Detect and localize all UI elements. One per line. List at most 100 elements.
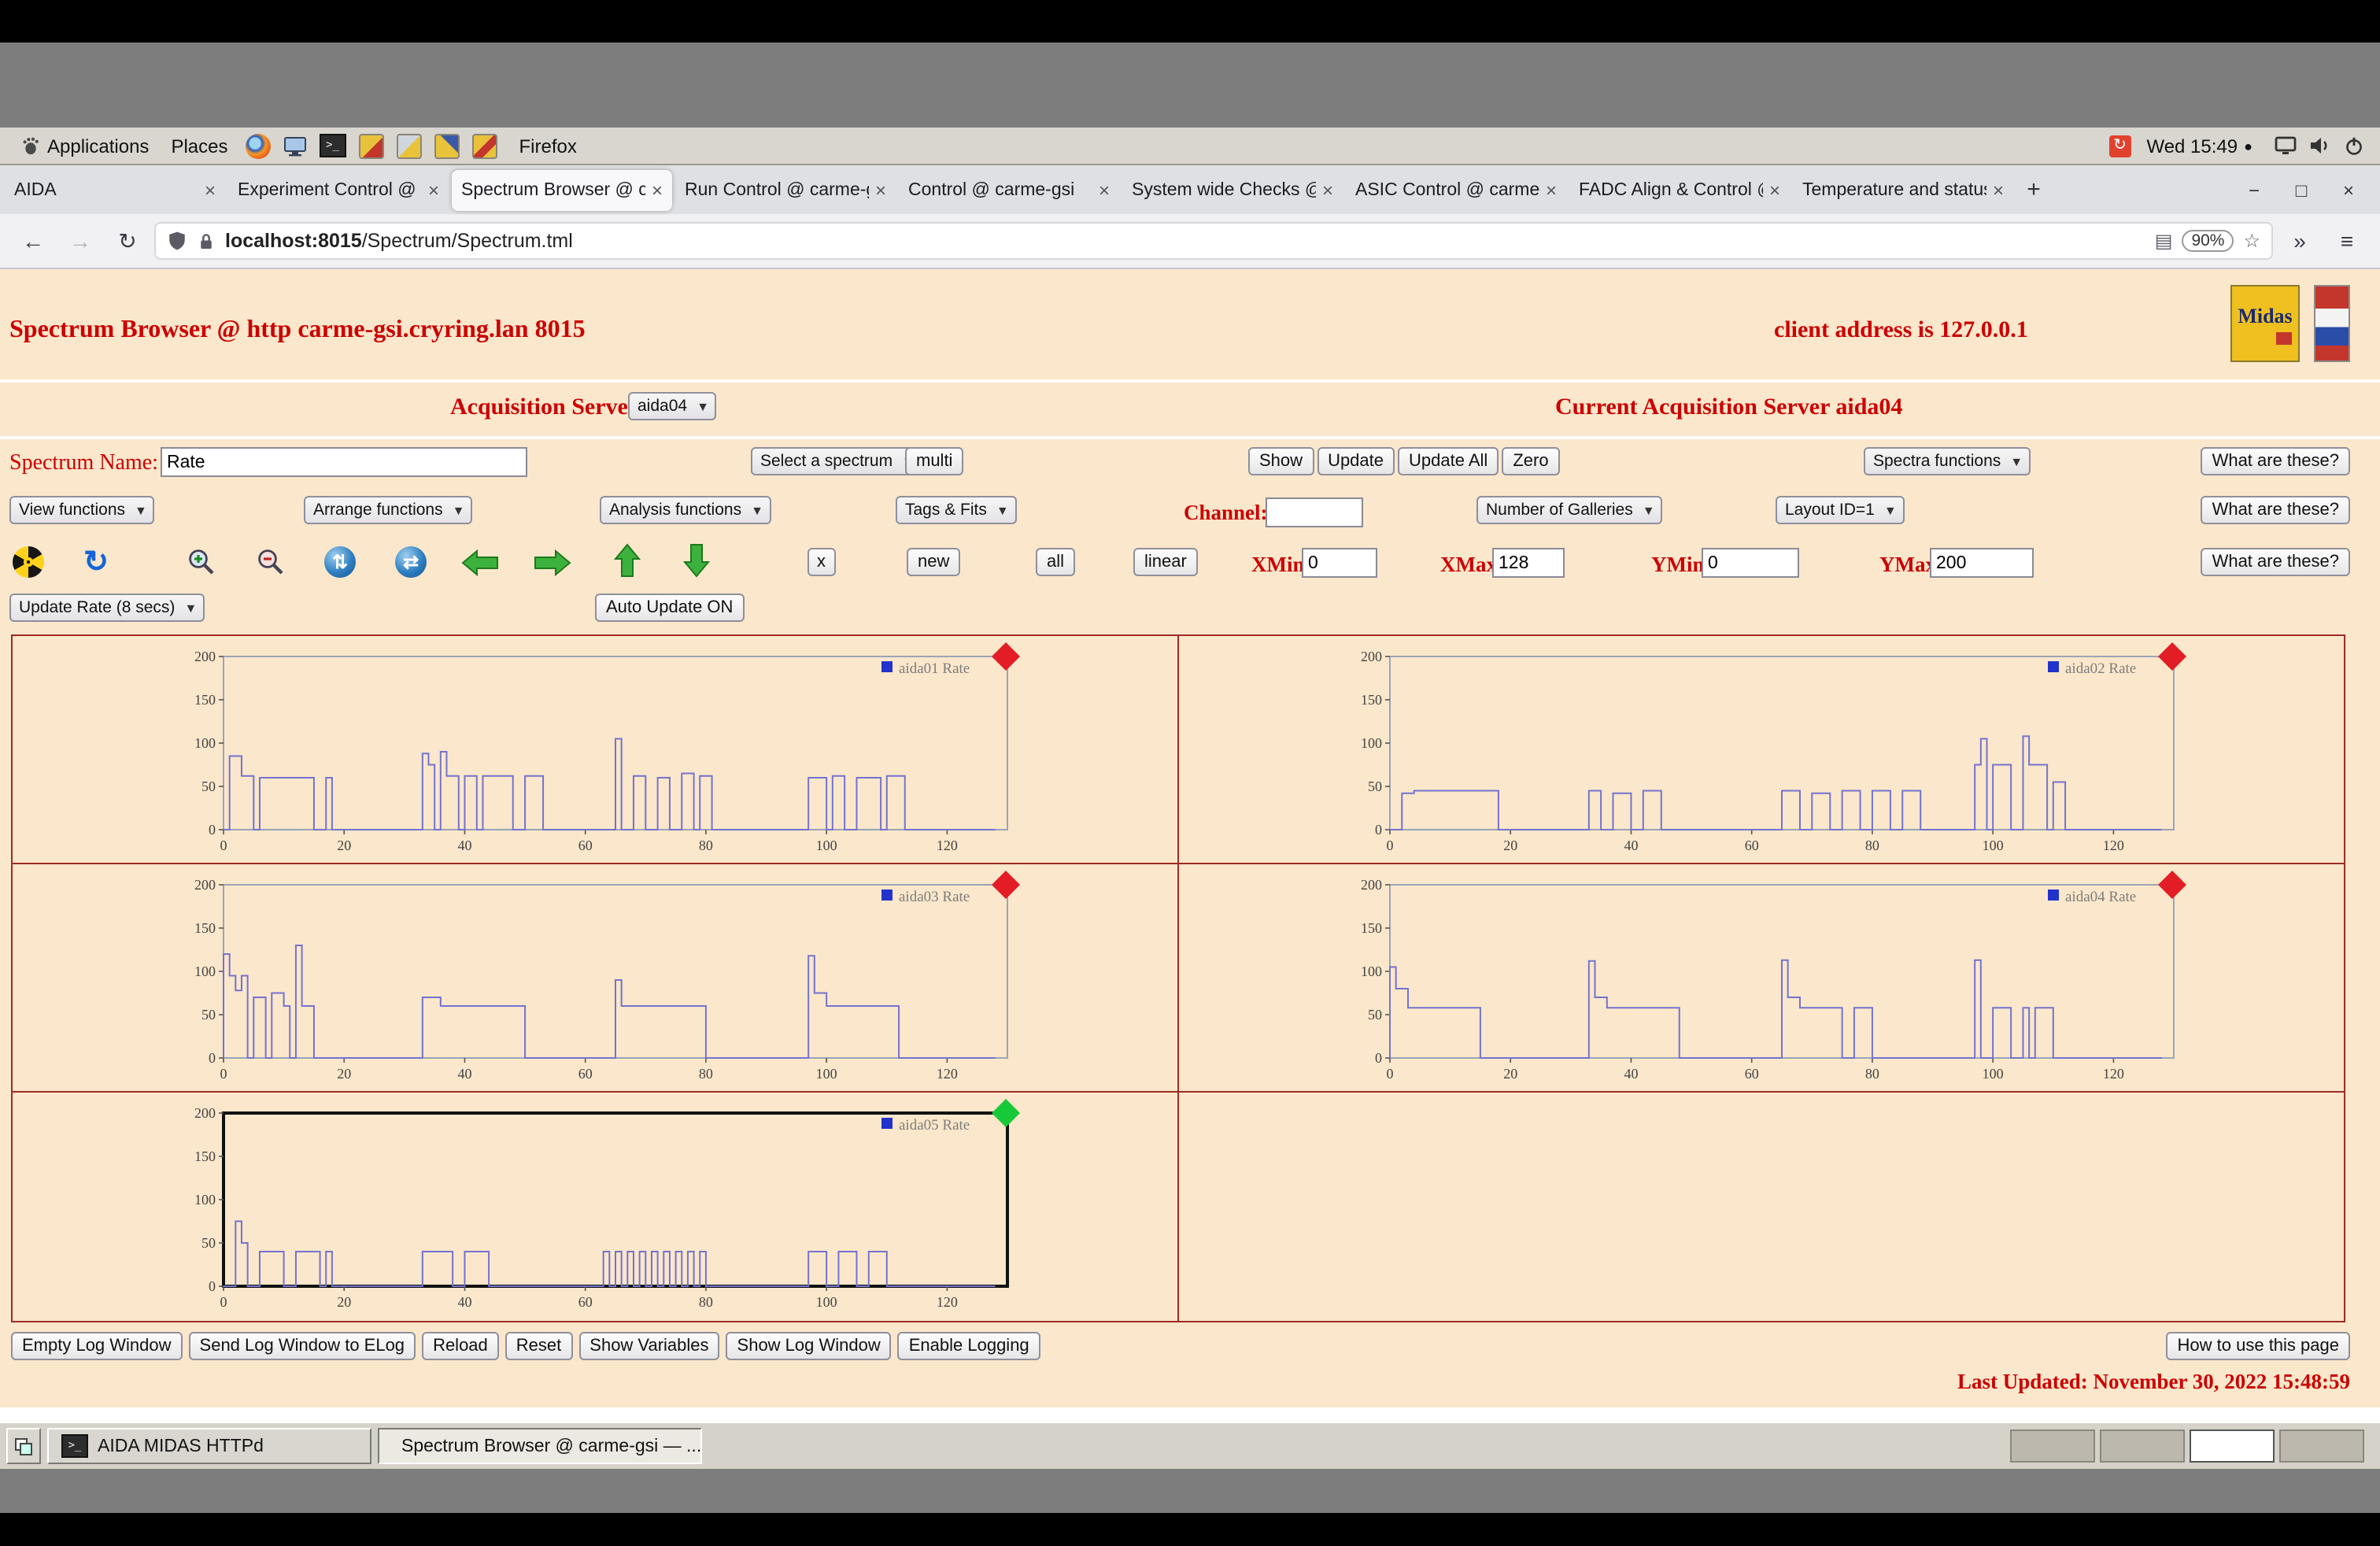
update-notification-icon[interactable]: ↻ <box>2108 135 2131 157</box>
places-menu[interactable]: Places <box>160 128 238 164</box>
linear-button[interactable]: linear <box>1133 548 1198 576</box>
lock-icon[interactable] <box>197 231 216 251</box>
y-arrows-icon[interactable]: ⇅ <box>324 546 356 578</box>
tab-close-icon[interactable]: × <box>652 179 663 201</box>
applications-menu[interactable]: Applications <box>9 128 160 164</box>
browser-tab-9[interactable]: Temperature and status× <box>1793 169 2013 210</box>
chart-status-diamond[interactable] <box>992 1099 1020 1127</box>
bookmark-star-icon[interactable]: ☆ <box>2243 230 2260 252</box>
empty-log-window-button[interactable]: Empty Log Window <box>11 1332 183 1360</box>
browser-tab-8[interactable]: FADC Align & Control @× <box>1569 169 1790 210</box>
show-log-window-button[interactable]: Show Log Window <box>726 1332 892 1360</box>
browser-tab-3[interactable]: Spectrum Browser @ ca× <box>452 169 672 210</box>
launcher-firefox-icon[interactable] <box>246 133 271 158</box>
tags-fits-select[interactable]: Tags & Fits▼ <box>896 496 1017 524</box>
browser-tab-2[interactable]: Experiment Control @ c× <box>228 169 449 210</box>
menu-hamburger-icon[interactable]: ≡ <box>2326 228 2367 253</box>
channel-input[interactable] <box>1266 497 1363 527</box>
xmax-input[interactable] <box>1492 548 1565 578</box>
xmin-input[interactable] <box>1302 548 1377 578</box>
launcher-midas-icon-2[interactable] <box>397 133 422 158</box>
browser-tab-4[interactable]: Run Control @ carme-gs× <box>675 169 896 210</box>
reader-mode-icon[interactable]: ▤ <box>2155 230 2173 252</box>
show-desktop-button[interactable] <box>6 1428 41 1464</box>
chart-status-diamond[interactable] <box>992 871 1020 899</box>
address-bar[interactable]: localhost:8015/Spectrum/Spectrum.tml ▤ 9… <box>154 222 2273 260</box>
arrange-functions-select[interactable]: Arrange functions▼ <box>304 496 472 524</box>
x-arrows-icon[interactable]: ⇄ <box>395 546 427 578</box>
arrow-up-icon[interactable] <box>614 545 641 576</box>
launcher-midas-icon-1[interactable] <box>359 133 384 158</box>
send-log-window-to-elog-button[interactable]: Send Log Window to ELog <box>189 1332 416 1360</box>
new-tab-button[interactable]: + <box>2015 176 2053 203</box>
x-button[interactable]: x <box>808 548 835 576</box>
how-to-use-button[interactable]: How to use this page <box>2167 1332 2350 1360</box>
workspace-2[interactable] <box>2100 1429 2185 1463</box>
window-restore-button[interactable]: □ <box>2279 179 2323 201</box>
browser-tab-5[interactable]: Control @ carme-gsi× <box>899 169 1119 210</box>
zoom-in-icon[interactable] <box>186 546 217 578</box>
zero-button[interactable]: Zero <box>1502 447 1559 475</box>
chart-status-diamond[interactable] <box>992 642 1020 671</box>
window-close-button[interactable]: × <box>2326 179 2371 201</box>
all-button[interactable]: all <box>1036 548 1075 576</box>
arrow-left-icon[interactable] <box>461 546 499 578</box>
spectrum-name-input[interactable] <box>161 447 527 477</box>
arrow-right-icon[interactable] <box>534 546 571 578</box>
what-are-these-button-3[interactable]: What are these? <box>2201 548 2350 576</box>
forward-button[interactable]: → <box>60 228 101 253</box>
tab-close-icon[interactable]: × <box>1993 179 2004 201</box>
display-status-icon[interactable] <box>2275 135 2297 156</box>
acquisition-server-select[interactable]: aida04▼ <box>628 392 717 420</box>
show-button[interactable]: Show <box>1248 447 1314 475</box>
window-minimize-button[interactable]: − <box>2232 179 2276 201</box>
tab-close-icon[interactable]: × <box>428 179 439 201</box>
reset-button[interactable]: Reset <box>505 1332 573 1360</box>
workspace-3-active[interactable] <box>2190 1429 2275 1463</box>
refresh-icon[interactable]: ↻ <box>80 546 112 578</box>
workspace-1[interactable] <box>2010 1429 2095 1463</box>
tab-close-icon[interactable]: × <box>1546 179 1557 201</box>
tab-close-icon[interactable]: × <box>1322 179 1333 201</box>
volume-status-icon[interactable] <box>2309 135 2331 156</box>
zoom-out-icon[interactable] <box>255 546 286 578</box>
chart-status-diamond[interactable] <box>2158 871 2186 899</box>
view-functions-select[interactable]: View functions▼ <box>9 496 155 524</box>
reload-button[interactable]: ↻ <box>107 227 148 254</box>
launcher-display-icon[interactable] <box>283 135 307 157</box>
zoom-level-badge[interactable]: 90% <box>2182 230 2234 252</box>
auto-update-button[interactable]: Auto Update ON <box>595 594 744 622</box>
chart-status-diamond[interactable] <box>2158 642 2186 671</box>
tab-close-icon[interactable]: × <box>1099 179 1110 201</box>
taskbar-window-spectrum-browser[interactable]: Spectrum Browser @ carme-gsi — ... <box>378 1428 702 1464</box>
browser-tab-7[interactable]: ASIC Control @ carme-g× <box>1346 169 1566 210</box>
what-are-these-button-1[interactable]: What are these? <box>2201 447 2350 475</box>
tab-close-icon[interactable]: × <box>875 179 886 201</box>
back-button[interactable]: ← <box>13 228 54 253</box>
update-button[interactable]: Update <box>1317 447 1395 475</box>
launcher-terminal-icon[interactable]: >_ <box>320 134 346 157</box>
power-status-icon[interactable] <box>2344 135 2364 156</box>
reload-button[interactable]: Reload <box>422 1332 499 1360</box>
launcher-midas-icon-4[interactable] <box>472 133 497 158</box>
ymax-input[interactable] <box>1930 548 2034 578</box>
workspace-4[interactable] <box>2279 1429 2364 1463</box>
overflow-chevron-icon[interactable]: » <box>2279 228 2320 253</box>
show-variables-button[interactable]: Show Variables <box>578 1332 719 1360</box>
taskbar-window-aida-midas-httpd[interactable]: >_ AIDA MIDAS HTTPd <box>47 1428 371 1464</box>
analysis-functions-select[interactable]: Analysis functions▼ <box>600 496 771 524</box>
shield-icon[interactable] <box>167 230 187 252</box>
what-are-these-button-2[interactable]: What are these? <box>2201 496 2350 524</box>
spectra-functions-select[interactable]: Spectra functions▼ <box>1864 447 2031 475</box>
new-button[interactable]: new <box>907 548 960 576</box>
enable-logging-button[interactable]: Enable Logging <box>898 1332 1040 1360</box>
update-all-button[interactable]: Update All <box>1398 447 1499 475</box>
browser-tab-6[interactable]: System wide Checks @× <box>1122 169 1343 210</box>
multi-button[interactable]: multi <box>905 447 963 475</box>
tab-close-icon[interactable]: × <box>205 179 216 201</box>
layout-id-select[interactable]: Layout ID=1▼ <box>1776 496 1905 524</box>
clock[interactable]: Wed 15:49 <box>2146 135 2238 157</box>
tab-close-icon[interactable]: × <box>1769 179 1780 201</box>
select-spectrum-select[interactable]: Select a spectrum▼ <box>751 447 922 475</box>
radiation-icon[interactable] <box>13 546 44 578</box>
